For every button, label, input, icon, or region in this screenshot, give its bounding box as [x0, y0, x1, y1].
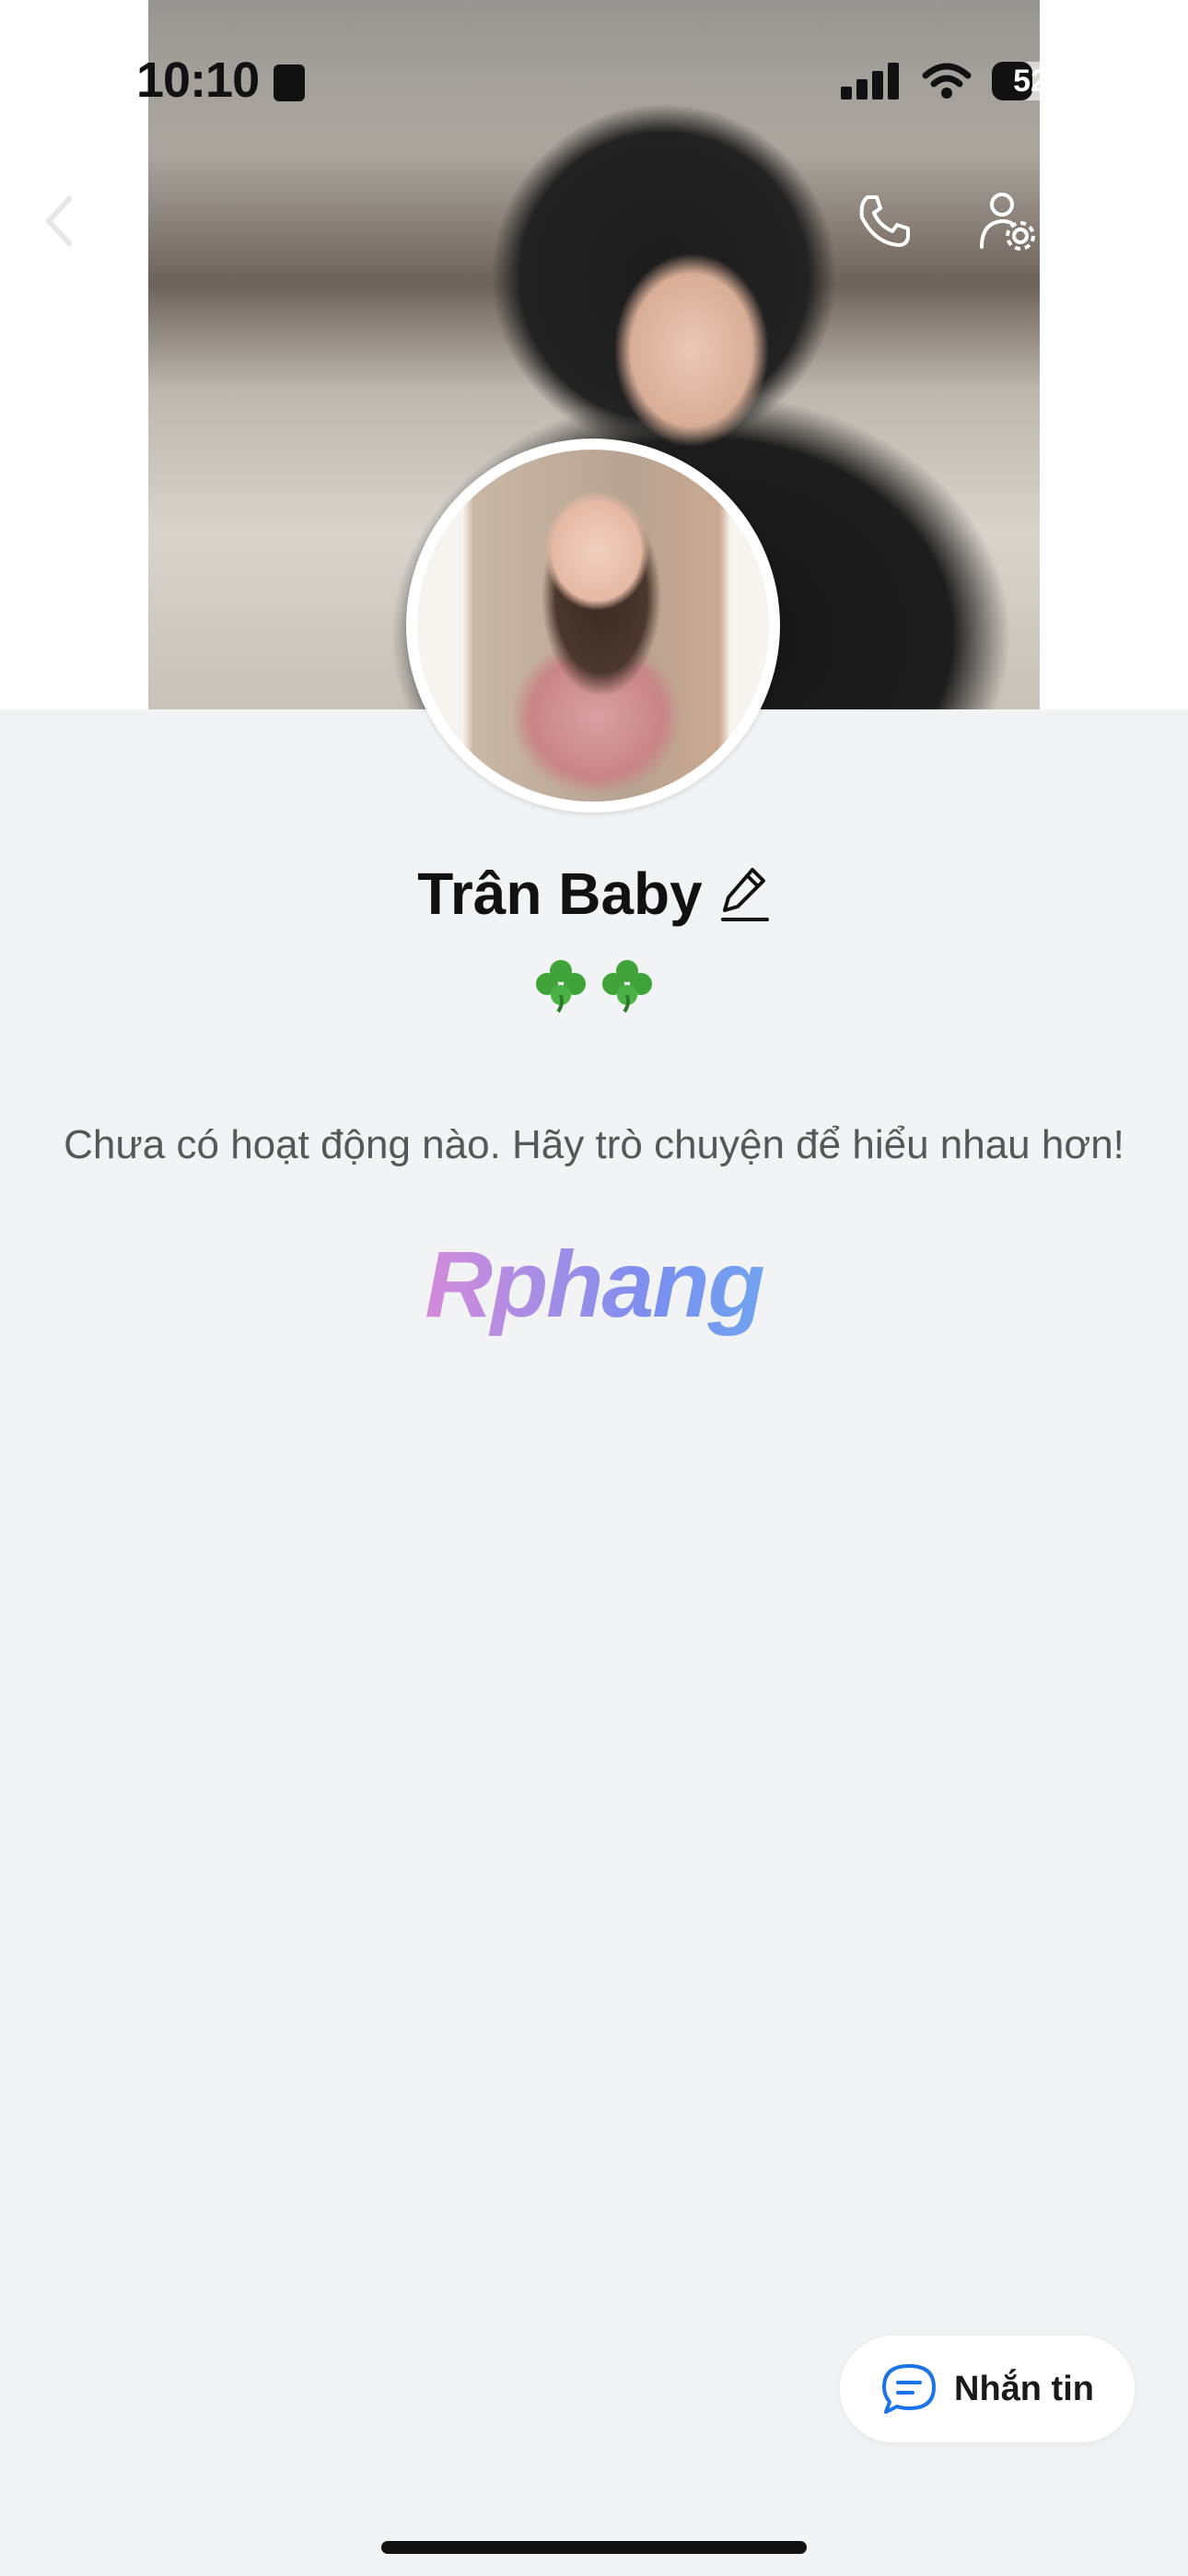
more-dots-icon	[1097, 212, 1163, 230]
status-emojis: 🍀 🍀	[0, 956, 1188, 1021]
avatar[interactable]	[406, 439, 780, 813]
avatar-photo	[417, 450, 769, 802]
clover-icon: 🍀	[599, 956, 656, 1013]
clover-shape	[536, 960, 586, 1013]
status-time: 10:10	[136, 53, 260, 108]
more-button[interactable]	[1092, 195, 1168, 247]
user-settings-icon	[980, 193, 1035, 251]
phone-icon	[859, 195, 910, 247]
contact-card-icon	[274, 64, 305, 101]
call-button[interactable]	[847, 184, 921, 258]
signal-icon	[841, 63, 899, 100]
message-button[interactable]: Nhắn tin	[840, 2336, 1135, 2442]
status-indicators: 52	[841, 61, 1078, 101]
profile-settings-button[interactable]	[971, 184, 1044, 258]
pencil-icon	[720, 868, 769, 921]
back-button[interactable]	[28, 189, 92, 253]
battery-indicator: 52	[992, 62, 1078, 100]
battery-tip	[1073, 75, 1078, 88]
watermark-logo: Rphang	[0, 1231, 1188, 1341]
chat-bubble-icon	[882, 2364, 936, 2414]
clover-shape	[602, 960, 652, 1013]
profile-name: Trân Baby	[417, 861, 703, 927]
profile-name-row: Trân Baby	[0, 857, 1188, 931]
message-button-label: Nhắn tin	[954, 2369, 1094, 2408]
battery-level-text: 52	[1013, 64, 1048, 99]
home-indicator[interactable]	[381, 2541, 807, 2554]
empty-activity-message: Chưa có hoạt động nào. Hãy trò chuyện để…	[64, 1122, 1124, 1167]
chevron-left-icon	[46, 196, 72, 246]
clover-icon: 🍀	[532, 956, 589, 1013]
edit-name-button[interactable]	[719, 864, 771, 923]
wifi-icon	[922, 63, 972, 99]
